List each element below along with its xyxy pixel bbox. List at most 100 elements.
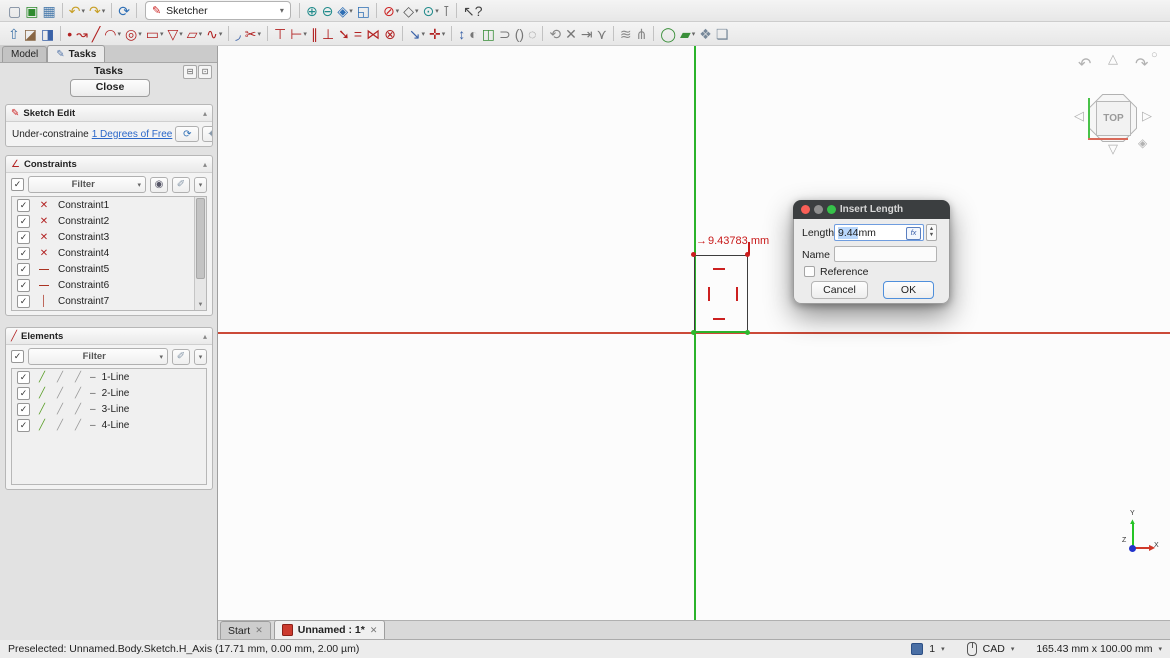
zoom-tools-button[interactable]: ⊙▾: [420, 1, 440, 21]
constrain-tangent-button[interactable]: ➘: [336, 24, 352, 44]
constraint-checkbox[interactable]: ✓: [17, 215, 30, 228]
external-geometry-button[interactable]: ◫: [480, 24, 497, 44]
constrain-coincident-button[interactable]: ⊤: [272, 24, 288, 44]
constraints-settings-button[interactable]: ✐: [172, 177, 190, 193]
layer-value[interactable]: 1: [929, 643, 935, 655]
leave-sketch-button[interactable]: ⇧: [6, 24, 22, 44]
constraints-header[interactable]: ∠ Constraints ▴: [6, 156, 212, 173]
minimize-window-icon[interactable]: [814, 205, 823, 214]
element-row[interactable]: ✓╱╱╱–3-Line: [12, 401, 206, 417]
spin-down-icon[interactable]: ▼: [927, 232, 936, 239]
constraint-row[interactable]: ✓✕Constraint1: [12, 197, 206, 213]
constraint-checkbox[interactable]: ✓: [17, 311, 30, 312]
sync-view-button[interactable]: ◱: [355, 1, 372, 21]
navcube-top-face[interactable]: TOP: [1096, 101, 1131, 136]
mini-cube-icon[interactable]: ◈: [1138, 136, 1147, 150]
close-button[interactable]: Close: [70, 79, 150, 97]
rotate-right-icon[interactable]: ↷: [1135, 54, 1148, 74]
constraint-row[interactable]: ✓✕Constraint3: [12, 229, 206, 245]
create-polygon-button[interactable]: ▽▾: [166, 24, 185, 44]
create-bspline-button[interactable]: ∿▾: [204, 24, 224, 44]
arrow-right-icon[interactable]: ▷: [1142, 108, 1152, 124]
solver-settings-button[interactable]: ✦: [202, 126, 212, 142]
create-polyline-button[interactable]: ↝: [74, 24, 90, 44]
element-checkbox[interactable]: ✓: [17, 403, 30, 416]
detach-panel-icon[interactable]: ⊡: [198, 65, 212, 79]
vertex-top-left[interactable]: [691, 252, 696, 257]
constraint-checkbox[interactable]: ✓: [17, 263, 30, 276]
elements-header[interactable]: ╱ Elements ▴: [6, 328, 212, 345]
refresh-button[interactable]: ⟳: [116, 1, 132, 21]
create-fillet-button[interactable]: ◞: [233, 24, 242, 44]
new-file-button[interactable]: ▢: [6, 1, 23, 21]
scrollbar-thumb[interactable]: [196, 198, 205, 279]
trim-edge-button[interactable]: ✂▾: [243, 24, 263, 44]
constraints-filter-dropdown[interactable]: Filter ▾: [28, 176, 146, 193]
constraint-row[interactable]: ✓—Constraint5: [12, 261, 206, 277]
close-window-icon[interactable]: [801, 205, 810, 214]
vertical-constraint-mark[interactable]: [708, 287, 710, 301]
select-elements-button[interactable]: ◌: [526, 24, 538, 44]
scrollbar[interactable]: ▼: [194, 197, 206, 310]
constraint-row[interactable]: ✓│Constraint7: [12, 293, 206, 309]
sketch-rectangle[interactable]: [694, 255, 748, 333]
constraint-checkbox[interactable]: ✓: [17, 279, 30, 292]
constrain-horizontal-vertical-button[interactable]: ⊢▾: [288, 24, 309, 44]
element-row[interactable]: ✓╱╱╱–4-Line: [12, 417, 206, 433]
constrain-block-button[interactable]: ⊗: [382, 24, 398, 44]
length-stepper[interactable]: ▲ ▼: [926, 224, 937, 241]
split-edge-button[interactable]: ✕: [563, 24, 579, 44]
float-panel-icon[interactable]: ⊟: [183, 65, 197, 79]
close-tab-icon[interactable]: ✕: [255, 625, 263, 636]
clipping-plane-button[interactable]: ⊘▾: [381, 1, 401, 21]
collapse-arrow-icon[interactable]: ▴: [203, 109, 207, 118]
measure-button[interactable]: ⊺: [441, 1, 452, 21]
constrain-symmetric-button[interactable]: ⋈: [364, 24, 382, 44]
periodic-bspline-button[interactable]: ◯: [658, 24, 678, 44]
chevron-down-icon[interactable]: ▾: [194, 349, 207, 365]
vertex-bottom-right[interactable]: [745, 330, 750, 335]
manual-update-button[interactable]: ⟳: [175, 126, 199, 142]
constraint-row[interactable]: ✓✕Constraint2: [12, 213, 206, 229]
symmetry-button[interactable]: (): [513, 24, 526, 44]
constrain-parallel-button[interactable]: ∥: [309, 24, 320, 44]
view-circle-icon[interactable]: ○: [1151, 49, 1158, 61]
vertex-bottom-left[interactable]: [691, 330, 696, 335]
collapse-arrow-icon[interactable]: ▴: [203, 332, 207, 341]
internal-geometry-button[interactable]: ❖: [697, 24, 714, 44]
constraint-checkbox[interactable]: ✓: [17, 199, 30, 212]
create-point-button[interactable]: •: [65, 24, 74, 44]
dialog-title-bar[interactable]: Insert Length: [793, 200, 950, 219]
conic-button[interactable]: ▰▾: [678, 24, 697, 44]
reference-checkbox[interactable]: [804, 266, 815, 277]
chevron-down-icon[interactable]: ▾: [194, 177, 207, 193]
constraint-checkbox[interactable]: ✓: [17, 247, 30, 260]
tab-tasks[interactable]: ✎ Tasks: [47, 45, 105, 62]
elements-filter-dropdown[interactable]: Filter ▾: [28, 348, 168, 365]
element-checkbox[interactable]: ✓: [17, 419, 30, 432]
collapse-arrow-icon[interactable]: ▴: [203, 160, 207, 169]
visual-layers-button[interactable]: ❏: [714, 24, 731, 44]
create-circle-button[interactable]: ◎▾: [123, 24, 144, 44]
arrow-up-icon[interactable]: △: [1108, 51, 1118, 67]
tab-model[interactable]: Model: [2, 46, 47, 62]
name-input[interactable]: [834, 246, 937, 262]
navigation-cube[interactable]: ↶ △ ↷ ○ ◁ ▷ ▽ ◈ TOP: [1072, 46, 1162, 158]
create-rectangle-button[interactable]: ▭▾: [144, 24, 166, 44]
constrain-equal-button[interactable]: =: [352, 24, 364, 44]
element-checkbox[interactable]: ✓: [17, 371, 30, 384]
create-line-button[interactable]: ╱: [90, 24, 102, 44]
show-hide-button[interactable]: ◉: [150, 177, 168, 193]
zoom-window-icon[interactable]: [827, 205, 836, 214]
3d-viewport[interactable]: → 9.43783 mm ↶ △ ↷ ○ ◁ ▷ ▽ ◈ TOP Y ▲ ▶ X…: [218, 46, 1170, 620]
close-tab-icon[interactable]: ✕: [370, 625, 378, 636]
sketch-edit-header[interactable]: ✎ Sketch Edit ▴: [6, 105, 212, 122]
scroll-down-icon[interactable]: ▼: [195, 300, 206, 310]
view-sketch-button[interactable]: ◪: [22, 24, 39, 44]
convert-geometry-button[interactable]: ◐: [467, 24, 479, 44]
zoom-out-button[interactable]: ⊖: [320, 1, 336, 21]
constraint-row[interactable]: ✓✕Constraint4: [12, 245, 206, 261]
nav-style-value[interactable]: CAD: [983, 643, 1005, 655]
dimension-annotation[interactable]: → 9.43783 mm: [696, 235, 769, 247]
horizontal-constraint-mark[interactable]: [713, 268, 725, 270]
